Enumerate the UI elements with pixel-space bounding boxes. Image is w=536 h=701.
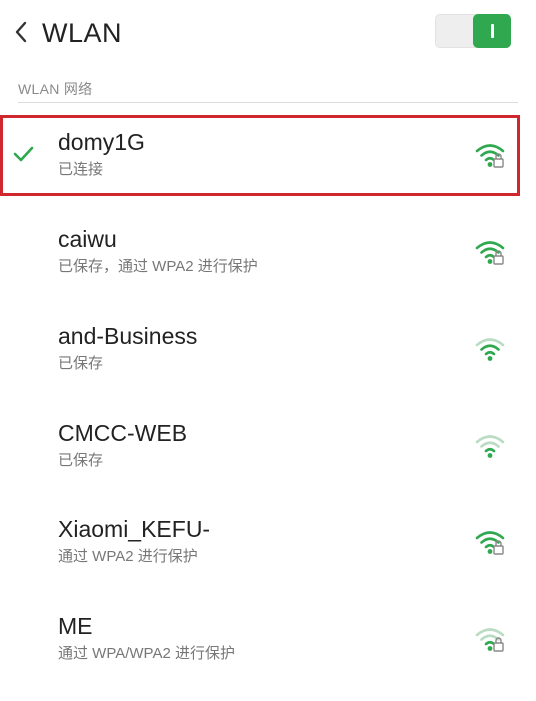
- check-icon: [12, 145, 34, 163]
- network-row[interactable]: caiwu 已保存，通过 WPA2 进行保护: [0, 215, 536, 311]
- network-status: 已连接: [58, 161, 104, 178]
- network-status: 已保存: [58, 355, 104, 372]
- header: WLAN: [0, 0, 536, 64]
- network-name: CMCC-WEB: [58, 420, 188, 446]
- back-button[interactable]: [6, 14, 36, 50]
- wifi-locked-icon: [474, 527, 506, 557]
- network-row[interactable]: ME 通过 WPA/WPA2 进行保护: [0, 602, 536, 698]
- network-row[interactable]: Xiaomi_KEFU- 通过 WPA2 进行保护: [0, 505, 536, 601]
- toggle-on-indicator: [490, 24, 494, 38]
- page-title: WLAN: [42, 18, 123, 48]
- wifi-icon: [474, 431, 506, 461]
- network-status: 已保存: [58, 452, 104, 469]
- network-name: Xiaomi_KEFU-: [58, 516, 211, 542]
- network-status: 通过 WPA2 进行保护: [58, 548, 198, 565]
- section-label: WLAN 网络: [18, 81, 93, 97]
- section-divider: [18, 102, 518, 103]
- network-row[interactable]: and-Business 已保存: [0, 312, 536, 408]
- network-name: ME: [58, 613, 93, 639]
- network-status: 已保存，通过 WPA2 进行保护: [58, 258, 258, 275]
- wifi-locked-icon: [474, 237, 506, 267]
- wifi-icon: [474, 334, 506, 364]
- network-row[interactable]: CMCC-WEB 已保存: [0, 409, 536, 505]
- wifi-locked-icon: [474, 624, 506, 654]
- toggle-knob: [473, 14, 511, 48]
- wlan-toggle[interactable]: [435, 14, 511, 48]
- chevron-left-icon: [15, 21, 27, 43]
- network-status: 通过 WPA/WPA2 进行保护: [58, 645, 235, 662]
- wifi-locked-icon: [474, 140, 506, 170]
- network-name: and-Business: [58, 323, 198, 349]
- wlan-settings-screen: WLAN WLAN 网络 domy1G 已连接 caiwu 已保存，通过 WPA2 进…: [0, 0, 536, 701]
- network-name: domy1G: [58, 129, 145, 155]
- network-row[interactable]: domy1G 已连接: [0, 118, 536, 214]
- network-name: caiwu: [58, 226, 117, 252]
